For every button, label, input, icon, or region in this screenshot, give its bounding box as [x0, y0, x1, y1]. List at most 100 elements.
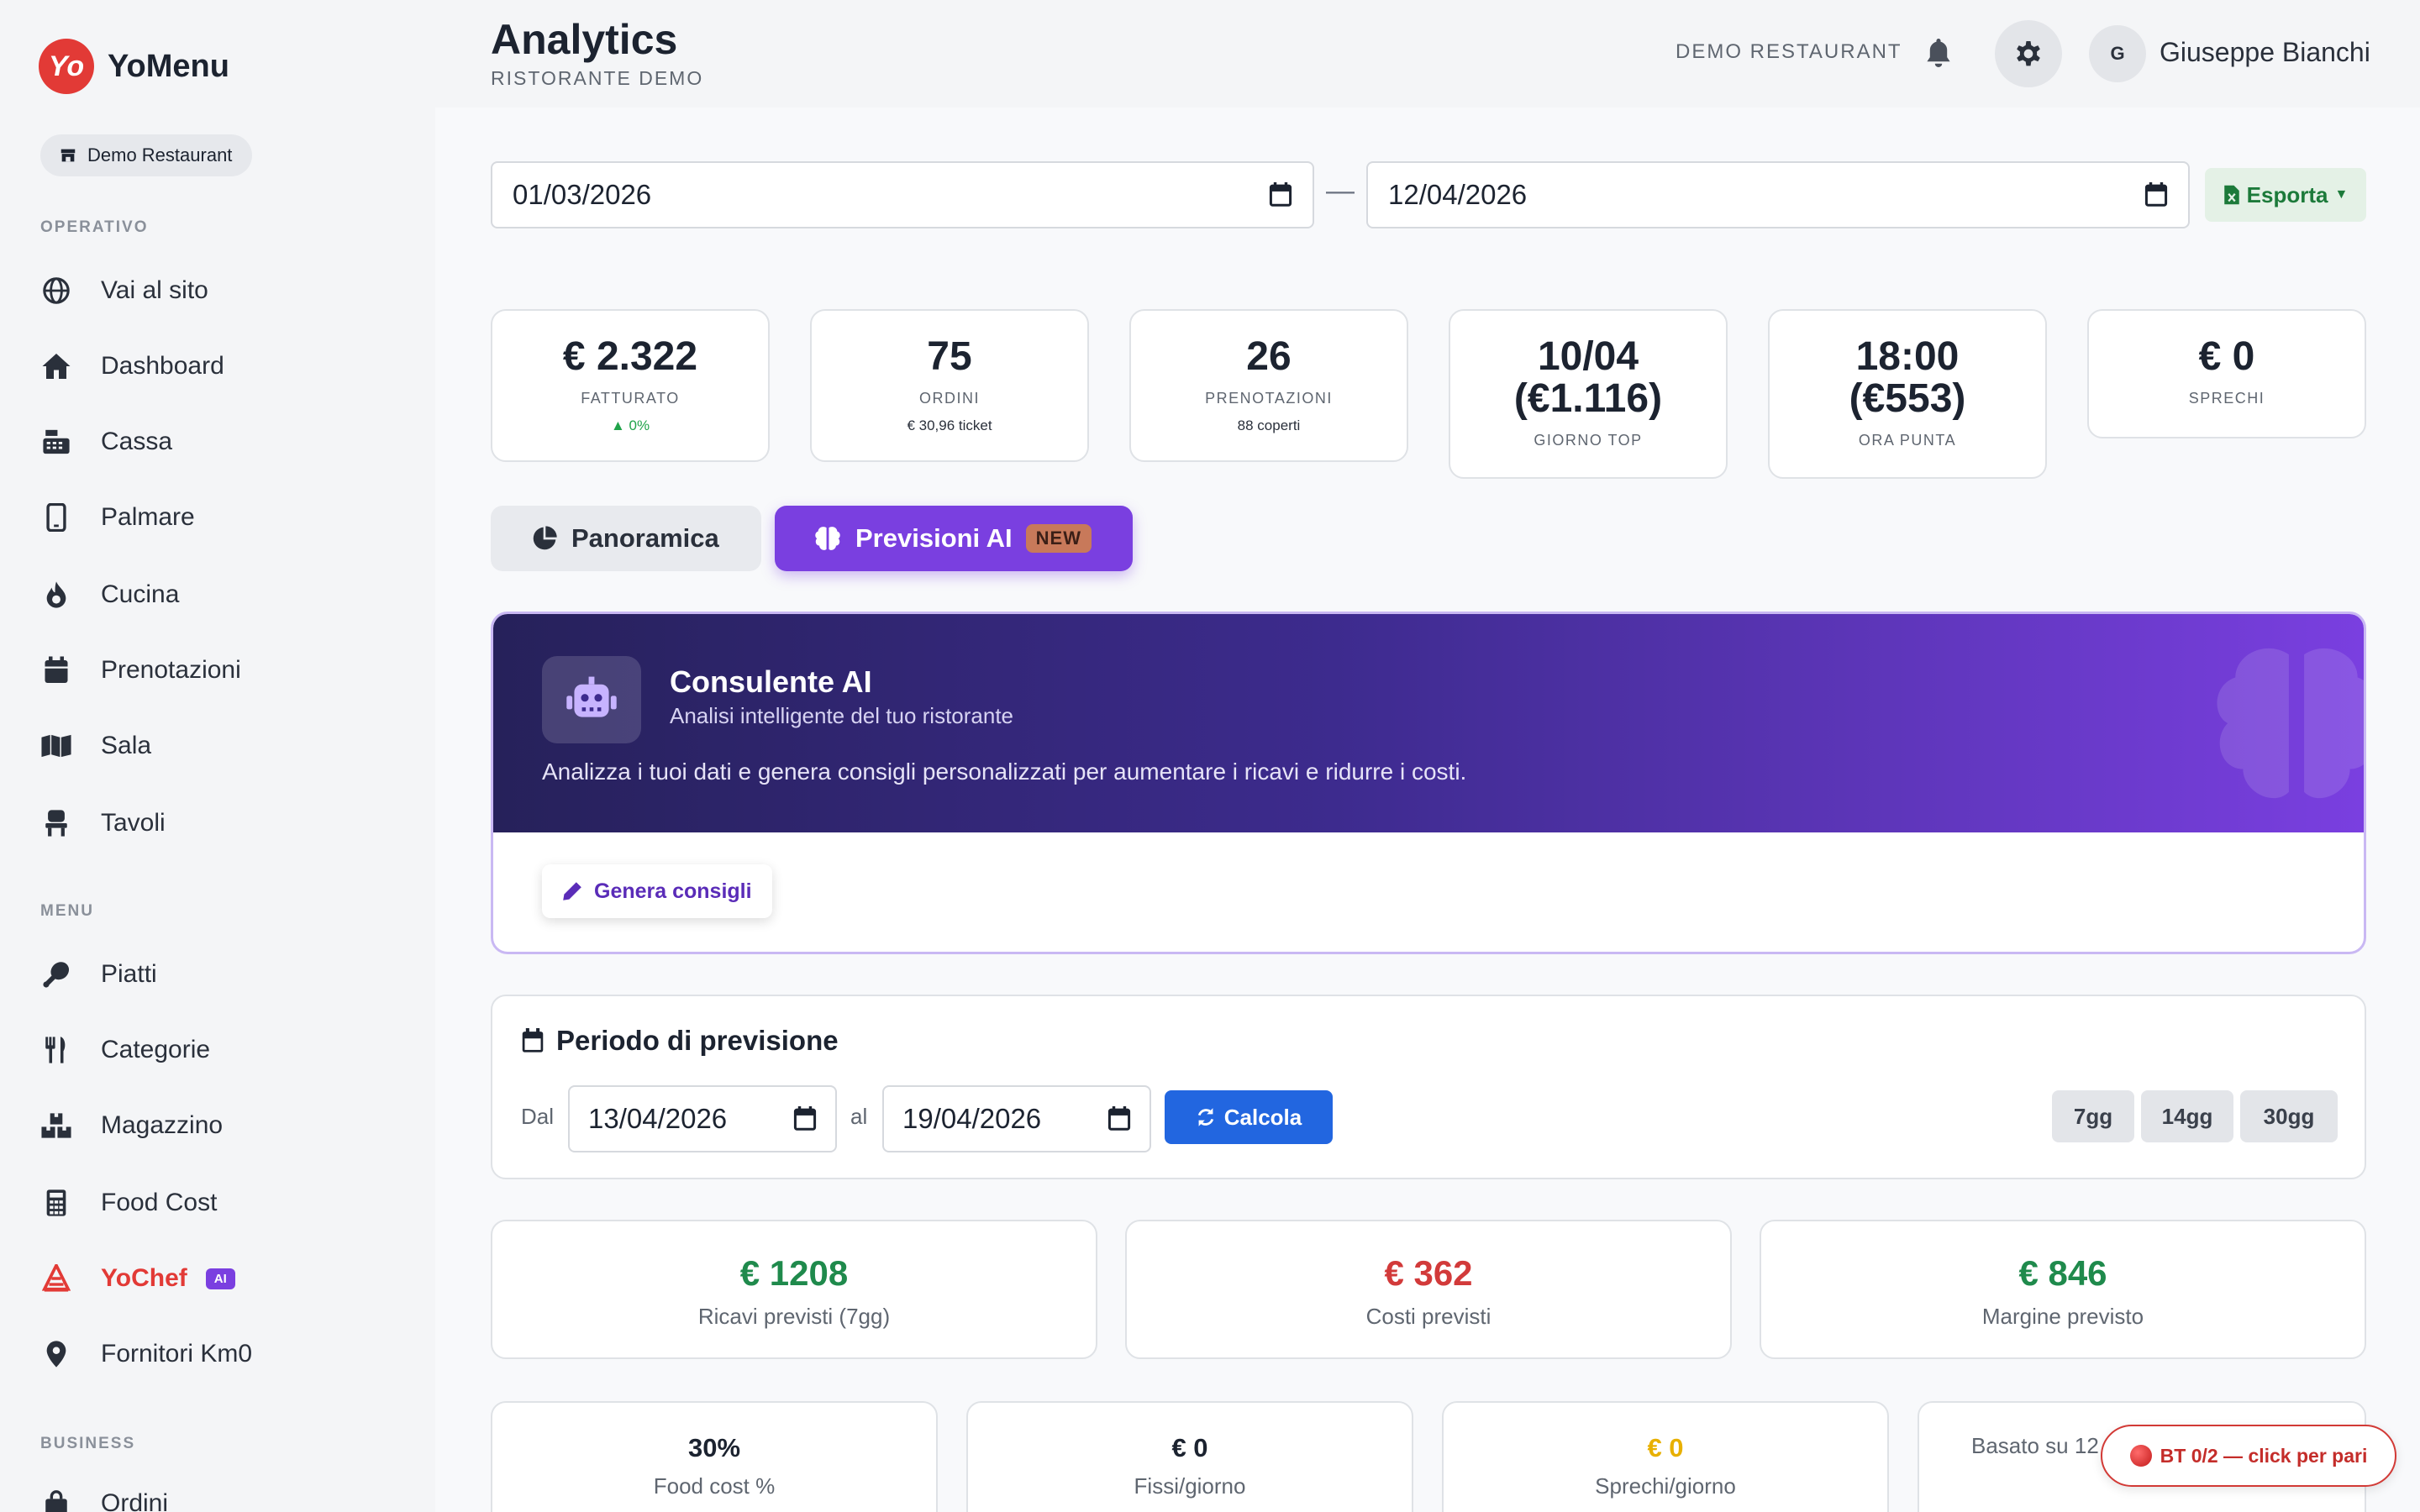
range-14gg-button[interactable]: 14gg — [2141, 1090, 2233, 1142]
calendar-icon[interactable] — [793, 1106, 817, 1131]
generate-advice-label: Genera consigli — [594, 879, 752, 903]
tab-label: Previsioni AI — [855, 523, 1013, 553]
sidebar-item-palmare[interactable]: Palmare — [40, 492, 410, 543]
sidebar-item-label: Categorie — [101, 1036, 211, 1063]
calculate-button[interactable]: Calcola — [1165, 1090, 1333, 1144]
brand[interactable]: Yo YoMenu — [39, 39, 229, 94]
forecast-margin-label: Margine previsto — [1981, 1304, 2144, 1329]
sidebar-item-categorie[interactable]: Categorie — [40, 1025, 410, 1075]
pie-chart-icon — [531, 525, 558, 552]
generate-advice-button[interactable]: Genera consigli — [542, 864, 772, 918]
tab-panoramica[interactable]: Panoramica — [491, 506, 761, 571]
waste-label: Sprechi/giorno — [1595, 1473, 1736, 1499]
avatar[interactable]: G — [2089, 25, 2146, 82]
kpi-ordini: 75 ORDINI € 30,96 ticket — [810, 309, 1089, 462]
sidebar-item-label: Prenotazioni — [101, 656, 241, 684]
kpi-label: FATTURATO — [581, 390, 680, 407]
sidebar-item-dashboard[interactable]: Dashboard — [40, 341, 410, 391]
sidebar-item-label: Food Cost — [101, 1189, 218, 1216]
kpi-value: 75 — [927, 334, 972, 379]
sidebar-item-prenotazioni[interactable]: Prenotazioni — [40, 645, 410, 696]
ai-card-title: Consulente AI — [670, 664, 872, 699]
forecast-to-input[interactable]: 19/04/2026 — [882, 1085, 1151, 1152]
top-header: Analytics RISTORANTE DEMO DEMO RESTAURAN… — [435, 0, 2420, 108]
refresh-icon — [1196, 1107, 1216, 1127]
section-label-menu: MENU — [40, 902, 94, 920]
restaurant-pill-label: Demo Restaurant — [87, 144, 233, 165]
calendar-icon[interactable] — [1269, 182, 1292, 207]
tab-previsioni-ai[interactable]: Previsioni AI NEW — [775, 506, 1133, 571]
export-button[interactable]: Esporta ▼ — [2205, 168, 2366, 222]
bag-icon — [40, 1488, 72, 1512]
sidebar-item-cassa[interactable]: Cassa — [40, 417, 410, 467]
calendar-icon[interactable] — [2144, 182, 2168, 207]
waste-card: € 0 Sprechi/giorno — [1442, 1401, 1889, 1512]
header-restaurant[interactable]: DEMO RESTAURANT — [1676, 40, 1902, 64]
sidebar-item-magazzino[interactable]: Magazzino — [40, 1100, 410, 1151]
date-from-input[interactable]: 01/03/2026 — [491, 161, 1314, 228]
sidebar-item-vai-al-sito[interactable]: Vai al sito — [40, 265, 410, 316]
ai-banner: Consulente AI Analisi intelligente del t… — [493, 614, 2364, 832]
kpi-value-line2: (€1.116) — [1513, 376, 1663, 421]
ai-card-subtitle: Analisi intelligente del tuo ristorante — [670, 703, 1014, 728]
ai-card-description: Analizza i tuoi dati e genera consigli p… — [542, 759, 1467, 785]
cash-register-icon — [40, 426, 72, 458]
sidebar-item-yochef[interactable]: YoChef AI — [40, 1253, 410, 1304]
fixed-costs-value: € 0 — [1171, 1433, 1208, 1462]
date-separator: — — [1326, 175, 1355, 207]
location-pin-icon — [40, 1338, 72, 1370]
forecast-costs-label: Costi previsti — [1365, 1304, 1491, 1329]
user-name[interactable]: Giuseppe Bianchi — [2160, 37, 2370, 68]
status-dot-icon — [2129, 1445, 2152, 1467]
fixed-costs-label: Fissi/giorno — [1134, 1473, 1246, 1499]
forecast-period-card: Periodo di previsione Dal 13/04/2026 al … — [491, 995, 2366, 1179]
sidebar-item-tavoli[interactable]: Tavoli — [40, 798, 410, 848]
forecast-margin-value: € 846 — [2018, 1253, 2107, 1293]
sidebar-item-sala[interactable]: Sala — [40, 721, 410, 771]
page-subtitle: RISTORANTE DEMO — [491, 67, 704, 89]
date-to-input[interactable]: 12/04/2026 — [1366, 161, 2190, 228]
sidebar-item-label: Tavoli — [101, 809, 166, 837]
kpi-giorno-top: 10/04 (€1.116) GIORNO TOP — [1449, 309, 1728, 479]
gear-icon — [2017, 41, 2040, 66]
sidebar-item-label: Palmare — [101, 503, 195, 531]
fire-icon — [40, 579, 72, 611]
pencil-icon — [562, 881, 582, 901]
kpi-value: € 2.322 — [562, 334, 698, 379]
kpi-value-line2: (€553) — [1849, 376, 1966, 421]
calendar-icon[interactable] — [1107, 1106, 1131, 1131]
mobile-icon — [40, 501, 72, 533]
boxes-icon — [40, 1110, 72, 1142]
kpi-label: ORDINI — [919, 390, 980, 407]
sidebar-item-label: Sala — [101, 732, 152, 759]
forecast-costs-value: € 362 — [1384, 1253, 1473, 1293]
range-30gg-button[interactable]: 30gg — [2240, 1090, 2338, 1142]
sidebar-item-ordini[interactable]: Ordini — [40, 1478, 410, 1512]
settings-button[interactable] — [1995, 20, 2062, 87]
kpi-ora-punta: 18:00 (€553) ORA PUNTA — [1768, 309, 2047, 479]
bt-status-button[interactable]: BT 0/2 — click per pari — [2101, 1425, 2396, 1487]
forecast-period-title-text: Periodo di previsione — [556, 1025, 839, 1056]
sidebar-item-label: Fornitori Km0 — [101, 1340, 253, 1368]
utensils-icon — [40, 1034, 72, 1066]
sidebar-item-piatti[interactable]: Piatti — [40, 949, 410, 1000]
sidebar-item-cucina[interactable]: Cucina — [40, 570, 410, 620]
food-cost-value: 30% — [687, 1433, 741, 1462]
food-cost-label: Food cost % — [653, 1473, 776, 1499]
bell-icon[interactable] — [1924, 37, 1953, 73]
forecast-from-input[interactable]: 13/04/2026 — [568, 1085, 837, 1152]
food-cost-card: 30% Food cost % — [491, 1401, 938, 1512]
kpi-label: PRENOTAZIONI — [1205, 390, 1333, 407]
ai-consultant-card: Consulente AI Analisi intelligente del t… — [491, 612, 2366, 954]
kpi-value: 26 — [1246, 334, 1292, 379]
sidebar-item-label: Piatti — [101, 960, 157, 988]
kpi-label: GIORNO TOP — [1534, 432, 1643, 449]
section-label-operativo: OPERATIVO — [40, 218, 149, 236]
sidebar-item-food-cost[interactable]: Food Cost — [40, 1178, 410, 1228]
range-7gg-button[interactable]: 7gg — [2052, 1090, 2134, 1142]
restaurant-selector[interactable]: Demo Restaurant — [40, 134, 253, 176]
kpi-value-line1: 18:00 — [1855, 334, 1960, 379]
date-to-value: 12/04/2026 — [1388, 179, 1528, 210]
forecast-revenue-label: Ricavi previsti (7gg) — [697, 1304, 891, 1329]
sidebar-item-fornitori-km0[interactable]: Fornitori Km0 — [40, 1329, 410, 1379]
